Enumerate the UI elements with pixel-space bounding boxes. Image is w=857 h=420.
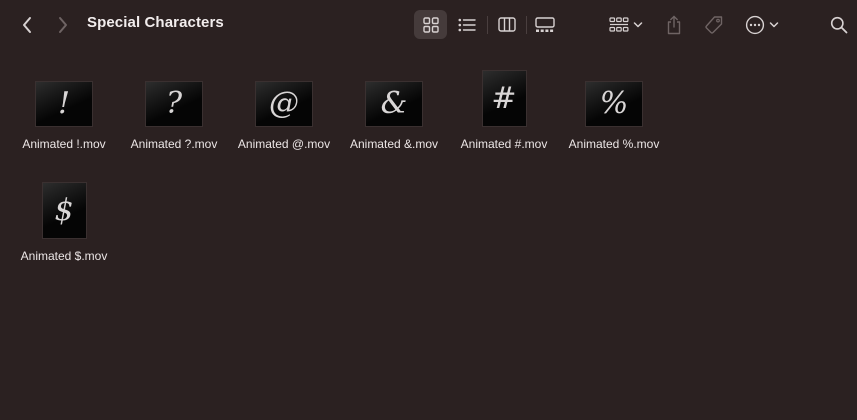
file-item[interactable]: ! Animated !.mov: [9, 67, 119, 151]
file-item[interactable]: ? Animated ?.mov: [119, 67, 229, 151]
toolbar: Special Characters: [0, 0, 857, 50]
file-name: Animated !.mov: [22, 137, 106, 151]
ellipsis-circle-icon: [745, 15, 765, 34]
column-view-button[interactable]: [492, 10, 522, 39]
file-item[interactable]: $ Animated $.mov: [9, 179, 119, 263]
file-item[interactable]: # Animated #.mov: [449, 67, 559, 151]
thumbnail-glyph: !: [57, 86, 71, 121]
tag-icon: [705, 15, 723, 34]
thumbnail-glyph: %: [599, 86, 629, 121]
gallery-icon: [535, 16, 555, 32]
view-divider: [487, 16, 488, 34]
video-thumbnail: #: [481, 70, 527, 127]
file-name: Animated #.mov: [460, 137, 548, 151]
thumbnail-glyph: $: [54, 192, 74, 228]
file-name: Animated ?.mov: [130, 137, 218, 151]
file-name: Animated $.mov: [20, 249, 108, 263]
chevron-down-icon: [769, 21, 779, 27]
chevron-right-icon: [59, 17, 67, 33]
file-name: Animated &.mov: [349, 137, 439, 151]
group-by-button[interactable]: [605, 10, 647, 39]
share-icon: [667, 15, 681, 34]
gallery-view-button[interactable]: [530, 10, 560, 39]
icon-view-button[interactable]: [414, 10, 447, 39]
view-divider: [526, 16, 527, 34]
thumbnail-glyph: @: [269, 86, 299, 121]
file-name: Animated @.mov: [237, 137, 331, 151]
search-icon: [830, 16, 848, 34]
back-button[interactable]: [14, 12, 40, 38]
thumbnail-glyph: &: [380, 86, 408, 121]
thumbnail-glyph: ?: [165, 86, 183, 121]
list-icon: [458, 18, 476, 31]
video-thumbnail: $: [41, 182, 87, 239]
file-grid: ! Animated !.mov ? Animated ?.mov @ Anim…: [0, 50, 857, 420]
video-thumbnail: %: [585, 81, 643, 127]
grid-icon: [422, 16, 439, 33]
tag-button[interactable]: [700, 10, 728, 39]
video-thumbnail: &: [365, 81, 423, 127]
thumbnail-glyph: #: [491, 80, 517, 116]
search-button[interactable]: [826, 11, 852, 39]
chevron-left-icon: [23, 17, 31, 33]
group-by-icon: [609, 16, 629, 32]
file-item[interactable]: @ Animated @.mov: [229, 67, 339, 151]
window-title: Special Characters: [87, 14, 224, 31]
more-actions-button[interactable]: [742, 10, 782, 39]
list-view-button[interactable]: [452, 10, 482, 39]
forward-button[interactable]: [50, 12, 76, 38]
file-item[interactable]: % Animated %.mov: [559, 67, 669, 151]
file-name: Animated %.mov: [568, 137, 660, 151]
video-thumbnail: ?: [145, 81, 203, 127]
video-thumbnail: @: [255, 81, 313, 127]
share-button[interactable]: [661, 10, 687, 39]
video-thumbnail: !: [35, 81, 93, 127]
file-item[interactable]: & Animated &.mov: [339, 67, 449, 151]
chevron-down-icon: [633, 21, 643, 27]
columns-icon: [498, 17, 516, 32]
